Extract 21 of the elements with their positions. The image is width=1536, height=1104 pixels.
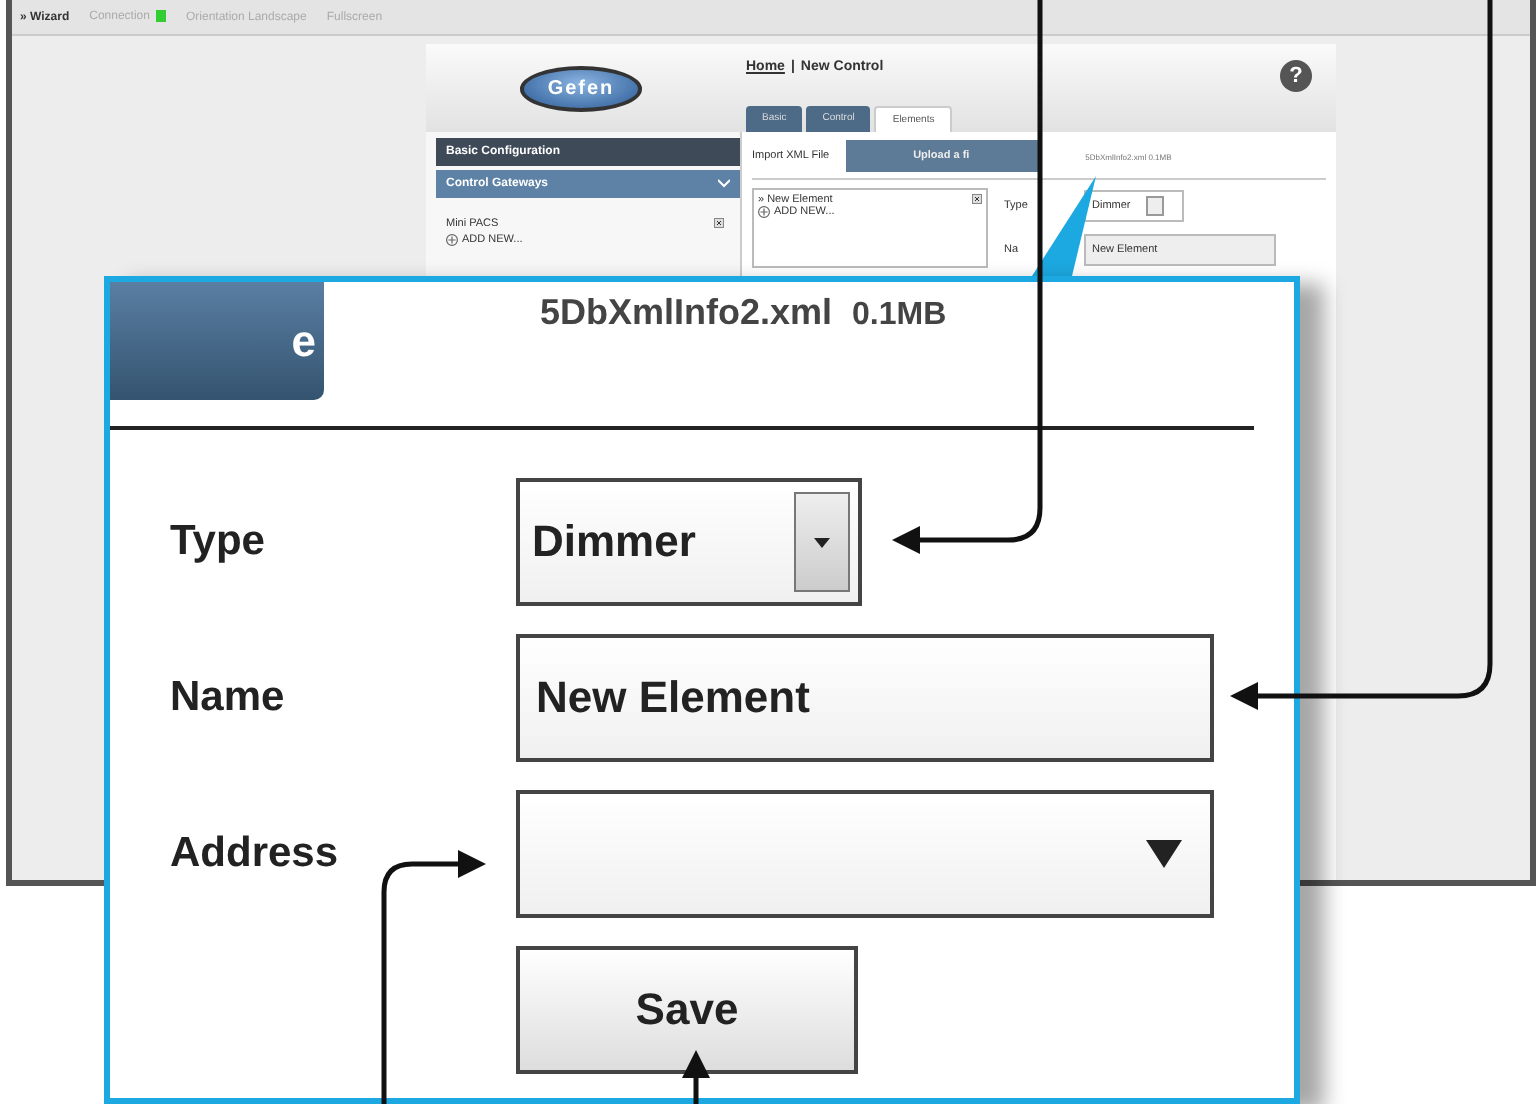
type-dropdown[interactable]: Dimmer [516,478,862,606]
upload-button[interactable]: e [110,282,324,400]
plus-icon[interactable] [758,206,770,218]
file-size: 0.1MB [852,298,947,334]
field-label: Address [170,830,341,878]
save-button[interactable]: Save [516,946,858,1074]
help-icon[interactable]: ? [1280,60,1312,92]
file-name: 5DbXmlInfo2.xml [540,292,833,334]
close-icon[interactable] [714,218,724,228]
caret-icon [814,537,830,547]
field-label: Type [170,518,267,566]
logo: Gefen [519,65,643,111]
close-icon[interactable] [972,194,982,204]
chevron-icon [718,178,730,190]
status-led-icon [155,10,166,23]
callout-arrow [682,1050,710,1104]
caret-icon [1146,840,1182,868]
address-dropdown[interactable] [516,790,1214,918]
plus-icon[interactable] [446,234,458,246]
name-field[interactable]: New Element [516,634,1214,762]
field-label: Name [170,674,287,722]
